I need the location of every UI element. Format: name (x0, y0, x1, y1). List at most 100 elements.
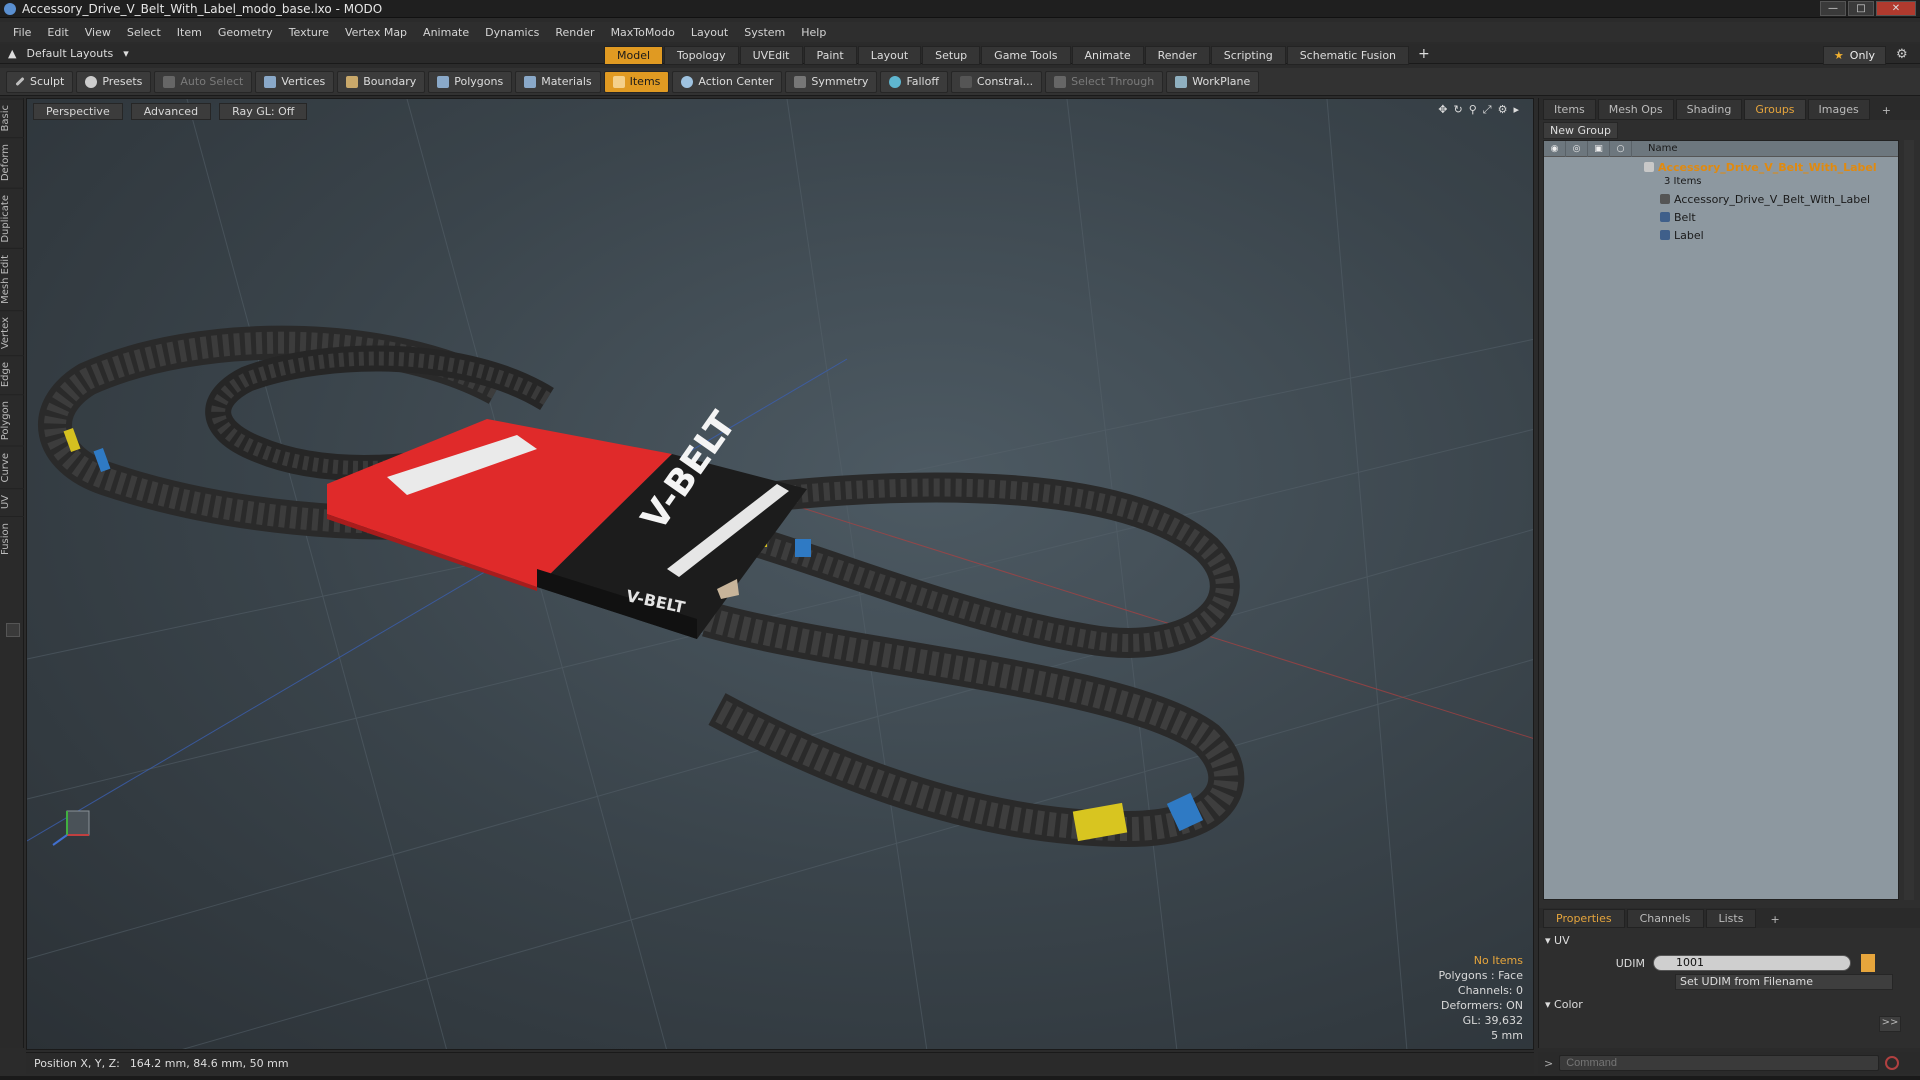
color-section[interactable]: ▾ Color (1545, 998, 1583, 1011)
left-tab-polygon[interactable]: Polygon (0, 393, 24, 446)
left-tab-deform[interactable]: Deform (0, 137, 24, 188)
visibility-col-icon[interactable]: ◉ (1544, 140, 1566, 157)
command-input[interactable] (1559, 1055, 1880, 1071)
zoom-icon[interactable]: ⚲ (1469, 103, 1477, 117)
left-tab-vertex[interactable]: Vertex (0, 310, 24, 356)
pan-icon[interactable]: ✥ (1438, 103, 1447, 117)
tab-items[interactable]: Items (1543, 99, 1596, 120)
menu-item[interactable]: Item (170, 26, 209, 39)
udim-field[interactable]: 1001 (1653, 955, 1851, 971)
uv-section[interactable]: ▾ UV (1545, 934, 1570, 947)
view-mode-button[interactable]: Perspective (33, 103, 123, 120)
list-item-belt[interactable]: Belt (1544, 209, 1900, 225)
list-item-mesh[interactable]: Accessory_Drive_V_Belt_With_Label (1544, 191, 1900, 207)
menu-select[interactable]: Select (120, 26, 168, 39)
new-group-button[interactable]: New Group (1543, 122, 1618, 139)
menu-edit[interactable]: Edit (40, 26, 75, 39)
auto-select-button[interactable]: Auto Select (154, 70, 253, 93)
set-udim-button[interactable]: Set UDIM from Filename (1675, 974, 1893, 990)
left-panel-toggle[interactable] (6, 623, 20, 637)
tab-mesh-ops[interactable]: Mesh Ops (1597, 99, 1674, 120)
list-scrollbar[interactable] (1904, 140, 1914, 900)
menu-help[interactable]: Help (794, 26, 833, 39)
add-tab-button[interactable]: + (1410, 46, 1438, 65)
raygl-button[interactable]: Ray GL: Off (219, 103, 308, 120)
add-properties-tab-button[interactable]: + (1758, 911, 1791, 928)
viewport-settings-icon[interactable]: ⚙ (1498, 103, 1508, 117)
workplane-button[interactable]: WorkPlane (1166, 70, 1260, 93)
tab-properties[interactable]: Properties (1543, 909, 1625, 928)
layout-up-icon[interactable]: ▲ (8, 47, 16, 60)
add-panel-tab-button[interactable]: + (1872, 101, 1901, 120)
left-tab-duplicate[interactable]: Duplicate (0, 187, 24, 249)
menu-texture[interactable]: Texture (282, 26, 336, 39)
tab-lists[interactable]: Lists (1705, 909, 1757, 928)
menu-animate[interactable]: Animate (416, 26, 476, 39)
maximize-button[interactable]: □ (1848, 1, 1874, 16)
left-tab-fusion[interactable]: Fusion (0, 515, 24, 561)
tab-paint[interactable]: Paint (803, 46, 857, 65)
tab-render[interactable]: Render (1144, 46, 1210, 65)
tab-game-tools[interactable]: Game Tools (981, 46, 1071, 65)
tab-uvedit[interactable]: UVEdit (739, 46, 803, 65)
render-col-icon[interactable]: ◎ (1566, 140, 1588, 157)
3d-viewport[interactable]: Perspective Advanced Ray GL: Off ✥ ↻ ⚲ ⤢… (26, 98, 1534, 1050)
udim-anim-button[interactable] (1861, 954, 1875, 972)
viewport-menu-icon[interactable]: ▸ (1513, 103, 1519, 117)
column-name[interactable]: Name (1632, 143, 1678, 154)
vertices-button[interactable]: Vertices (255, 70, 335, 93)
minimize-button[interactable]: — (1820, 1, 1846, 16)
gear-icon[interactable]: ⚙ (1896, 47, 1912, 62)
tab-model[interactable]: Model (604, 46, 664, 65)
tab-schematic-fusion[interactable]: Schematic Fusion (1286, 46, 1410, 65)
list-item-label-mesh[interactable]: Label (1544, 227, 1900, 243)
tab-setup[interactable]: Setup (922, 46, 981, 65)
tab-scripting[interactable]: Scripting (1210, 46, 1286, 65)
stop-icon[interactable] (1885, 1056, 1900, 1070)
polygons-button[interactable]: Polygons (428, 70, 513, 93)
constrain-button[interactable]: Constrai... (950, 70, 1043, 93)
materials-button[interactable]: Materials (515, 70, 601, 93)
tab-animate[interactable]: Animate (1071, 46, 1144, 65)
menu-view[interactable]: View (78, 26, 118, 39)
action-center-button[interactable]: Action Center (672, 70, 783, 93)
falloff-button[interactable]: Falloff (880, 70, 948, 93)
select-col-icon[interactable]: ○ (1610, 140, 1632, 157)
menu-geometry[interactable]: Geometry (211, 26, 280, 39)
left-tab-mesh-edit[interactable]: Mesh Edit (0, 248, 24, 311)
only-button[interactable]: ★ Only (1822, 46, 1886, 65)
left-tab-uv[interactable]: UV (0, 488, 24, 516)
close-button[interactable]: ✕ (1876, 1, 1916, 16)
menu-maxtomodo[interactable]: MaxToModo (604, 26, 682, 39)
left-tab-edge[interactable]: Edge (0, 355, 24, 394)
maximize-view-icon[interactable]: ⤢ (1483, 103, 1492, 117)
items-button[interactable]: Items (603, 70, 670, 93)
layout-selector[interactable]: ▲ Default Layouts ▾ (8, 47, 129, 60)
left-tab-basic[interactable]: Basic (0, 98, 24, 138)
menu-layout[interactable]: Layout (684, 26, 735, 39)
rotate-icon[interactable]: ↻ (1454, 103, 1463, 117)
menu-dynamics[interactable]: Dynamics (478, 26, 546, 39)
select-through-button[interactable]: Select Through (1045, 70, 1164, 93)
list-header: ◉ ◎ ▣ ○ Name (1544, 140, 1898, 157)
tab-groups[interactable]: Groups (1744, 99, 1806, 120)
lock-col-icon[interactable]: ▣ (1588, 140, 1610, 157)
left-tab-curve[interactable]: Curve (0, 445, 24, 489)
tab-shading[interactable]: Shading (1675, 99, 1743, 120)
symmetry-button[interactable]: Symmetry (785, 70, 878, 93)
expand-button[interactable]: >> (1879, 1016, 1901, 1032)
sculpt-button[interactable]: Sculpt (6, 70, 74, 93)
presets-icon (85, 75, 98, 88)
tab-layout[interactable]: Layout (857, 46, 922, 65)
menu-render[interactable]: Render (548, 26, 601, 39)
shading-mode-button[interactable]: Advanced (130, 103, 212, 120)
boundary-button[interactable]: Boundary (337, 70, 426, 93)
menu-system[interactable]: System (737, 26, 792, 39)
groups-list[interactable]: ◉ ◎ ▣ ○ Name Accessory_Drive_V_Belt_With… (1543, 140, 1899, 900)
menu-vertex-map[interactable]: Vertex Map (338, 26, 414, 39)
tab-topology[interactable]: Topology (664, 46, 739, 65)
tab-channels[interactable]: Channels (1626, 909, 1704, 928)
menu-file[interactable]: File (6, 26, 38, 39)
presets-button[interactable]: Presets (76, 70, 152, 93)
tab-images[interactable]: Images (1807, 99, 1870, 120)
